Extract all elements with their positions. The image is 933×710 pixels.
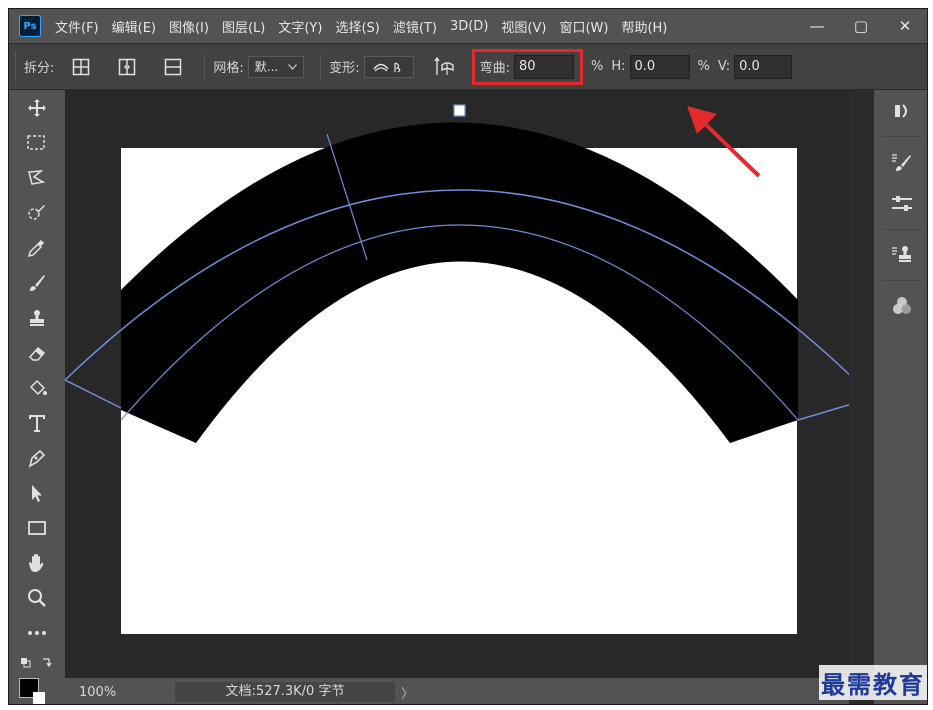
photoshop-logo-icon: Ps — [19, 15, 41, 37]
panel-divider — [881, 229, 922, 230]
adjustments-panel-icon[interactable] — [874, 183, 927, 225]
type-tool-icon[interactable] — [9, 405, 65, 440]
menu-bar: Ps 文件(F) 编辑(E) 图像(I) 图层(L) 文字(Y) 选择(S) 滤… — [9, 9, 927, 43]
grid-dropdown[interactable]: 默... — [247, 55, 305, 78]
options-bar: 拆分: 网格: 默... 变形: 弯曲: % H: % V: — [9, 43, 927, 89]
options-separator — [204, 53, 206, 80]
vertical-distortion-input[interactable] — [734, 54, 793, 79]
lasso-tool-icon[interactable] — [9, 160, 65, 195]
brush-tool-icon[interactable] — [9, 265, 65, 300]
options-separator — [320, 53, 322, 80]
brush-settings-panel-icon[interactable] — [874, 141, 927, 183]
grid-label: 网格: — [213, 61, 244, 76]
grid-dropdown-value: 默... — [254, 60, 279, 74]
zoom-level[interactable]: 100% — [65, 685, 135, 700]
color-reset-swap-icon[interactable] — [9, 650, 65, 676]
channels-panel-icon[interactable] — [874, 285, 927, 327]
h-unit: % — [697, 59, 710, 74]
menu-layer[interactable]: 图层(L) — [222, 17, 265, 36]
more-tools-icon[interactable] — [9, 615, 65, 650]
close-button[interactable]: ✕ — [883, 9, 927, 43]
options-bar-grip[interactable] — [15, 51, 18, 82]
bend-unit: % — [591, 59, 604, 74]
menu-3d[interactable]: 3D(D) — [450, 19, 488, 34]
properties-panel-icon[interactable] — [874, 90, 927, 132]
red-arrow-annotation — [687, 106, 761, 178]
menu-help[interactable]: 帮助(H) — [621, 17, 667, 36]
chevron-down-icon — [288, 63, 298, 70]
arc-warp-icon — [373, 61, 400, 72]
photoshop-window: Ps 文件(F) 编辑(E) 图像(I) 图层(L) 文字(Y) 选择(S) 滤… — [8, 8, 928, 705]
bend-label: 弯曲: — [479, 61, 511, 76]
menu-select[interactable]: 选择(S) — [335, 17, 379, 36]
stamp-tool-icon[interactable] — [9, 300, 65, 335]
menu-window[interactable]: 窗口(W) — [559, 17, 608, 36]
window-controls: — ▢ ✕ — [795, 9, 927, 43]
split-cross-icon[interactable] — [70, 56, 92, 78]
bend-highlight-box: 弯曲: — [471, 48, 584, 85]
marquee-tool-icon[interactable] — [9, 125, 65, 160]
background-color-swatch[interactable] — [33, 692, 45, 704]
rectangle-tool-icon[interactable] — [9, 510, 65, 545]
menu-file[interactable]: 文件(F) — [55, 17, 99, 36]
warp-style-dropdown[interactable] — [363, 55, 414, 78]
menu-view[interactable]: 视图(V) — [501, 17, 546, 36]
right-panel-dock — [849, 90, 927, 704]
eyedropper-tool-icon[interactable] — [9, 230, 65, 265]
split-vertical-icon[interactable] — [116, 56, 138, 78]
warp-right-edge — [797, 404, 849, 421]
h-label: H: — [611, 59, 626, 74]
warp-left-edge — [65, 379, 122, 409]
bend-input[interactable] — [514, 54, 575, 79]
canvas-area[interactable] — [65, 90, 849, 678]
panel-icon-strip — [874, 90, 927, 704]
restore-button[interactable]: ▢ — [839, 9, 883, 43]
split-horizontal-icon[interactable] — [162, 56, 184, 78]
v-label: V: — [717, 59, 731, 74]
paint-bucket-tool-icon[interactable] — [9, 370, 65, 405]
quick-selection-tool-icon[interactable] — [9, 195, 65, 230]
eraser-tool-icon[interactable] — [9, 335, 65, 370]
tools-panel — [9, 90, 65, 704]
move-tool-icon[interactable] — [9, 90, 65, 125]
menu-filter[interactable]: 滤镜(T) — [393, 17, 437, 36]
menu-image[interactable]: 图像(I) — [169, 17, 209, 36]
status-bar: 100% 文档:527.3K/0 字节 〉 — [65, 678, 849, 704]
panel-divider — [881, 136, 922, 137]
panel-divider — [881, 280, 922, 281]
warp-label: 变形: — [329, 61, 360, 76]
menu-edit[interactable]: 编辑(E) — [112, 17, 156, 36]
zoom-tool-icon[interactable] — [9, 580, 65, 615]
warp-orientation-icon[interactable] — [434, 56, 456, 78]
warp-control-handle[interactable] — [453, 104, 466, 117]
status-menu-chevron-icon[interactable]: 〉 — [401, 683, 414, 702]
horizontal-distortion-input[interactable] — [629, 54, 690, 79]
path-selection-tool-icon[interactable] — [9, 475, 65, 510]
pen-tool-icon[interactable] — [9, 440, 65, 475]
hand-tool-icon[interactable] — [9, 545, 65, 580]
menu-type[interactable]: 文字(Y) — [278, 17, 322, 36]
split-label: 拆分: — [24, 61, 55, 76]
minimize-button[interactable]: — — [795, 9, 839, 43]
document-info[interactable]: 文档:527.3K/0 字节 — [175, 682, 395, 702]
clone-source-panel-icon[interactable] — [874, 234, 927, 276]
watermark-logo-text: 最需教育 — [819, 665, 927, 700]
